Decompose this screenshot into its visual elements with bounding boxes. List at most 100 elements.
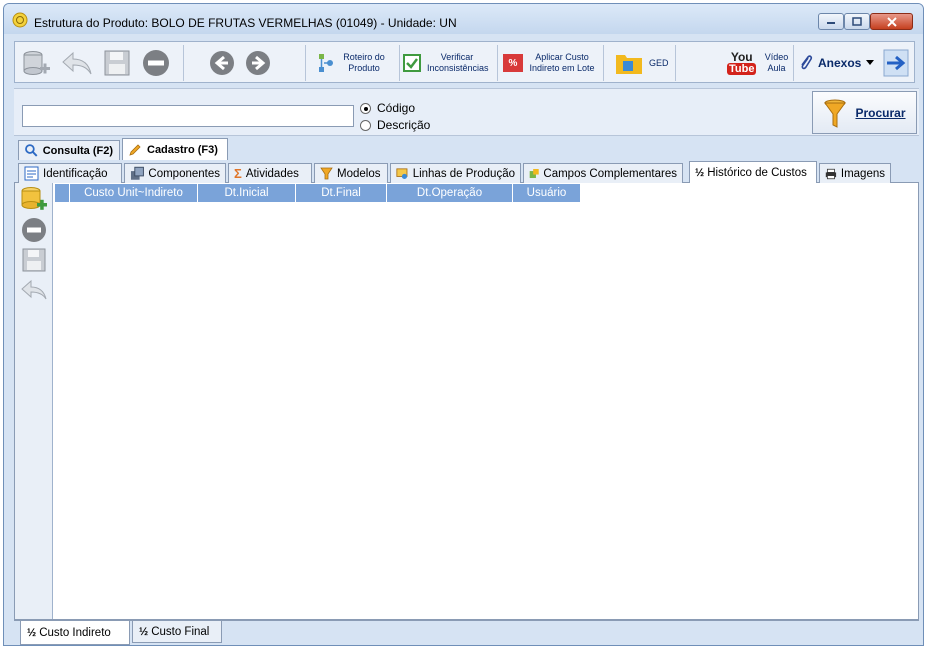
undo-button[interactable] [61, 47, 93, 79]
tab-custo-indireto-label: Custo Indireto [39, 626, 111, 639]
side-toolbar [15, 183, 53, 619]
fields-icon [529, 168, 539, 179]
tab-cadastro-label: Cadastro (F3) [147, 143, 218, 156]
minimize-icon [827, 21, 835, 24]
ged-button[interactable]: GED [615, 47, 669, 79]
radio-codigo[interactable]: Código [360, 101, 415, 115]
production-line-icon [396, 168, 408, 179]
column-custo-unit[interactable]: Custo Unit~Indireto [70, 184, 198, 202]
column-dt-inicial[interactable]: Dt.Inicial [198, 184, 296, 202]
maximize-icon [852, 17, 862, 26]
sigma-icon: Σ [234, 166, 242, 181]
save-icon [104, 50, 130, 76]
youtube-bottom: Tube [727, 63, 757, 75]
database-add-icon [23, 51, 50, 75]
close-icon [886, 16, 897, 27]
maximize-button[interactable] [844, 13, 870, 30]
tab-identificacao-label: Identificação [43, 167, 108, 180]
save-button[interactable] [103, 47, 131, 79]
roteiro-produto-button[interactable]: Roteiro do Produto [317, 47, 397, 79]
previous-button[interactable] [208, 47, 236, 79]
delete-button[interactable] [141, 47, 171, 79]
search-panel: Código Descrição Procurar [14, 88, 919, 136]
tab-modelos[interactable]: Modelos [314, 163, 388, 183]
new-record-button[interactable] [21, 47, 51, 79]
procurar-button[interactable]: Procurar [812, 91, 917, 134]
exit-button[interactable] [883, 47, 909, 79]
funnel-small-icon [320, 167, 333, 180]
tab-linhas-producao[interactable]: Linhas de Produção [390, 163, 521, 183]
close-button[interactable] [870, 13, 913, 30]
youtube-icon: You Tube [727, 51, 757, 75]
video-aula-button[interactable]: You Tube Vídeo Aula [727, 47, 788, 79]
bottom-tab-bar: ½ Custo Indireto ½ Custo Final [14, 620, 919, 645]
column-dt-final[interactable]: Dt.Final [296, 184, 387, 202]
tab-consulta-label: Consulta (F2) [42, 144, 113, 157]
tab-atividades-label: Atividades [245, 167, 299, 180]
half-icon: ½ [695, 166, 704, 179]
half-icon: ½ [27, 626, 36, 639]
toolbar-separator [183, 45, 184, 81]
tab-componentes[interactable]: Componentes [124, 163, 226, 183]
tab-imagens[interactable]: Imagens [819, 163, 891, 183]
tab-historico-custos[interactable]: ½ Histórico de Custos [689, 161, 817, 183]
tab-consulta[interactable]: Consulta (F2) [18, 140, 120, 160]
tab-cadastro[interactable]: Cadastro (F3) [122, 138, 228, 160]
aplicar-custo-button[interactable]: % Aplicar Custo Indireto em Lote [503, 47, 599, 79]
column-dt-operacao[interactable]: Dt.Operação [387, 184, 513, 202]
tab-custo-final[interactable]: ½ Custo Final [132, 621, 222, 643]
side-add-button[interactable] [19, 185, 49, 213]
database-add-icon [21, 187, 47, 210]
tab-custo-final-label: Custo Final [151, 625, 210, 638]
side-undo-button[interactable] [19, 276, 49, 304]
search-icon [25, 144, 38, 157]
anexos-button[interactable]: Anexos [799, 47, 875, 79]
radio-selected-icon [360, 102, 371, 114]
undo-icon [21, 279, 47, 300]
search-input[interactable] [22, 105, 354, 127]
save-icon [22, 248, 46, 272]
content-area: Custo Unit~Indireto Dt.Inicial Dt.Final … [14, 183, 919, 620]
procurar-label: Procurar [855, 105, 906, 120]
arrow-right-icon [246, 51, 270, 75]
funnel-icon [824, 99, 847, 128]
tab-identificacao[interactable]: Identificação [18, 163, 122, 183]
half-icon: ½ [139, 625, 148, 638]
arrow-exit-icon [883, 49, 909, 77]
tab-modelos-label: Modelos [337, 167, 381, 180]
minus-circle-icon [22, 218, 46, 242]
route-icon [319, 54, 333, 72]
main-toolbar: Roteiro do Produto Verificar Inconsistên… [14, 41, 915, 83]
radio-descricao[interactable]: Descrição [360, 118, 430, 132]
folder-icon [616, 55, 642, 74]
app-window: Estrutura do Produto: BOLO DE FRUTAS VER… [3, 3, 924, 646]
pencil-icon [129, 144, 141, 156]
side-remove-button[interactable] [19, 216, 49, 244]
tab-custo-indireto[interactable]: ½ Custo Indireto [20, 621, 130, 645]
tab-componentes-label: Componentes [148, 167, 220, 180]
app-icon [12, 12, 28, 28]
arrow-left-icon [210, 51, 234, 75]
radio-codigo-label: Código [377, 101, 416, 115]
minus-circle-icon [143, 50, 169, 76]
radio-unselected-icon [360, 119, 371, 131]
sub-tab-bar: Identificação Componentes Σ Atividades M… [14, 161, 919, 183]
next-button[interactable] [244, 47, 272, 79]
tab-historico-label: Histórico de Custos [707, 166, 807, 179]
printer-icon [825, 168, 837, 179]
aplicar-label: Aplicar Custo Indireto em Lote [529, 52, 595, 73]
roteiro-label: Roteiro do Produto [343, 52, 385, 73]
toolbar-separator [603, 45, 604, 81]
tab-atividades[interactable]: Σ Atividades [228, 163, 312, 183]
side-save-button[interactable] [19, 246, 49, 274]
tab-campos-complementares[interactable]: Campos Complementares [523, 163, 683, 183]
toolbar-separator [497, 45, 498, 81]
toolbar-separator [675, 45, 676, 81]
ged-label: GED [649, 57, 669, 68]
window-title: Estrutura do Produto: BOLO DE FRUTAS VER… [34, 16, 457, 30]
verificar-inconsistencias-button[interactable]: Verificar Inconsistências [403, 47, 493, 79]
column-usuario[interactable]: Usuário [513, 184, 581, 202]
toolbar-separator [399, 45, 400, 81]
paperclip-icon [801, 55, 813, 70]
minimize-button[interactable] [818, 13, 844, 30]
